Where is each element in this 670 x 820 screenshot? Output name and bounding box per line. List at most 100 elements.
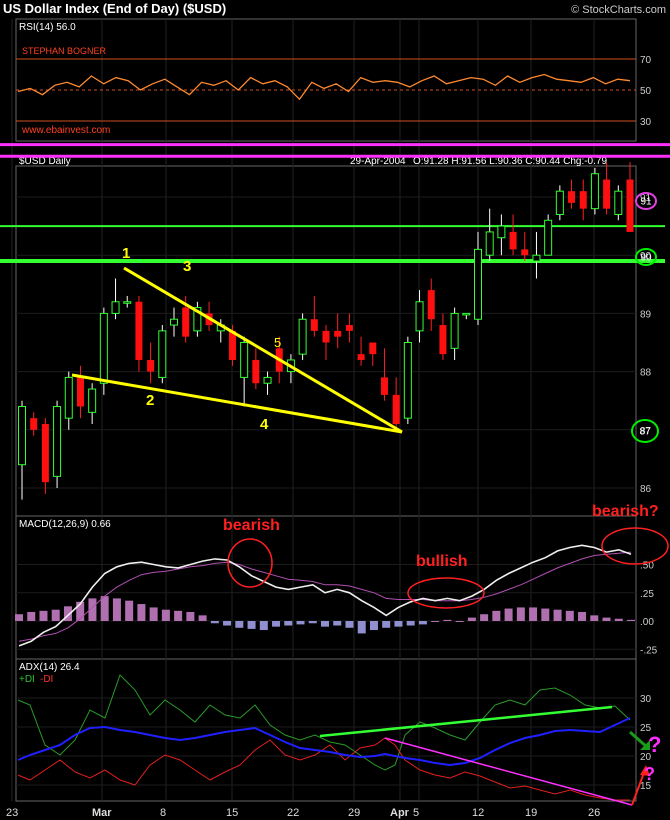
rsi-tick-50: 50 [640,86,652,97]
candle-body-up [614,190,623,215]
rsi-website-text: www.ebainvest.com [21,125,110,136]
candle-body-down [310,319,318,331]
candle-body-up [555,190,564,215]
macd-histogram-bar [369,621,378,631]
macd-histogram-bar [431,621,440,622]
macd-histogram-bar [308,621,317,624]
macd-histogram-bar [357,621,366,634]
macd-histogram-bar [602,617,611,621]
copyright-text: © StockCharts.com [571,4,666,16]
x-axis-label: 19 [525,807,537,819]
wedge-label-4: 4 [260,416,269,433]
macd-histogram-bar [149,607,158,621]
candle-body-up [415,301,424,332]
macd-histogram-bar [272,621,281,627]
annotation-bearish: bearish [223,517,280,534]
macd-histogram-bar [296,621,305,625]
macd-histogram-bar [345,621,354,628]
wedge-label-2: 2 [146,392,154,409]
candle-body-up [88,388,97,413]
rsi-label: RSI(14) 56.0 [19,22,76,33]
macd-histogram-bar [198,615,207,621]
x-axis-label: 29 [348,807,360,819]
chart-background [0,0,670,820]
price-tick: 88 [640,368,652,379]
macd-histogram-bar [247,621,256,629]
macd-histogram-bar [137,604,146,621]
wedge-label-3: 3 [183,258,191,275]
macd-histogram-bar [161,609,170,621]
macd-histogram-bar [321,621,329,627]
macd-histogram-bar [382,621,391,628]
macd-tick: -.25 [640,645,658,656]
candle-body-up [532,254,541,262]
candle-body-up [123,301,132,304]
macd-histogram-bar [210,621,219,624]
question-mark-top: ? [648,732,661,757]
candle-body-up [298,318,307,355]
candle-body-up [111,301,120,314]
candle-body-down [369,342,377,355]
candle-body-down [135,301,143,360]
candle-body-down [322,330,330,343]
candle-body-up [485,231,494,256]
candle-body-down [579,191,587,209]
candle-body-down [228,330,236,360]
circled-price-label: 90 [640,253,652,264]
candle-body-up [170,318,178,326]
price-tick: 89 [640,309,652,320]
candle-body-down [380,377,388,395]
adx-label: ADX(14) 26.4 [19,662,80,673]
candle-body-up [450,312,459,349]
macd-histogram-bar [174,610,183,621]
candle-body-up [474,248,482,320]
x-axis-label: 22 [287,807,299,819]
macd-histogram-bar [480,614,489,621]
candle-body-up [462,312,471,316]
candle-body-down [427,290,435,320]
x-axis-label: 8 [160,807,166,819]
candle-body-up [18,406,26,466]
macd-histogram-bar [541,608,550,621]
macd-histogram-bar [125,600,134,621]
candle-body-down [345,325,353,331]
macd-histogram-bar [284,621,293,626]
candle-body-down [392,394,400,424]
macd-histogram-bar [516,607,525,621]
macd-histogram-bar [627,619,635,621]
rsi-tick-70: 70 [640,55,652,66]
candle-body-up [590,173,599,210]
adx-tick: 30 [640,694,652,705]
x-axis-label: 26 [588,807,600,819]
candle-body-down [357,354,365,360]
macd-histogram-bar [467,617,476,621]
annotation-bullish: bullish [416,553,468,570]
macd-histogram-bar [100,596,109,621]
minus-di-label: -DI [40,674,53,685]
wedge-label-1: 1 [122,245,130,262]
candle-body-up [240,342,249,378]
macd-histogram-bar [590,615,599,621]
price-tick: 86 [640,484,652,495]
candle-body-down [76,377,84,407]
circled-price-label: 87 [639,427,651,438]
macd-histogram-bar [418,621,427,625]
macd-histogram-bar [553,609,562,621]
x-axis-label: Mar [92,807,112,819]
candle-body-down [41,423,49,483]
candle-body-down [568,191,576,203]
macd-histogram-bar [455,621,464,622]
question-mark-bottom: ? [644,764,655,784]
candle-body-down [30,418,38,430]
macd-histogram-bar [333,621,342,626]
candle-body-down [334,330,342,337]
x-axis-label: 5 [413,807,419,819]
macd-histogram-bar [614,618,623,621]
candle-body-down [182,307,190,337]
macd-histogram-bar [186,611,195,621]
macd-label: MACD(12,26,9) 0.66 [19,519,111,530]
plus-di-label: +DI [19,674,35,685]
macd-histogram-bar [15,614,23,621]
candle-body-up [64,376,73,419]
x-axis-label: Apr [390,807,410,819]
